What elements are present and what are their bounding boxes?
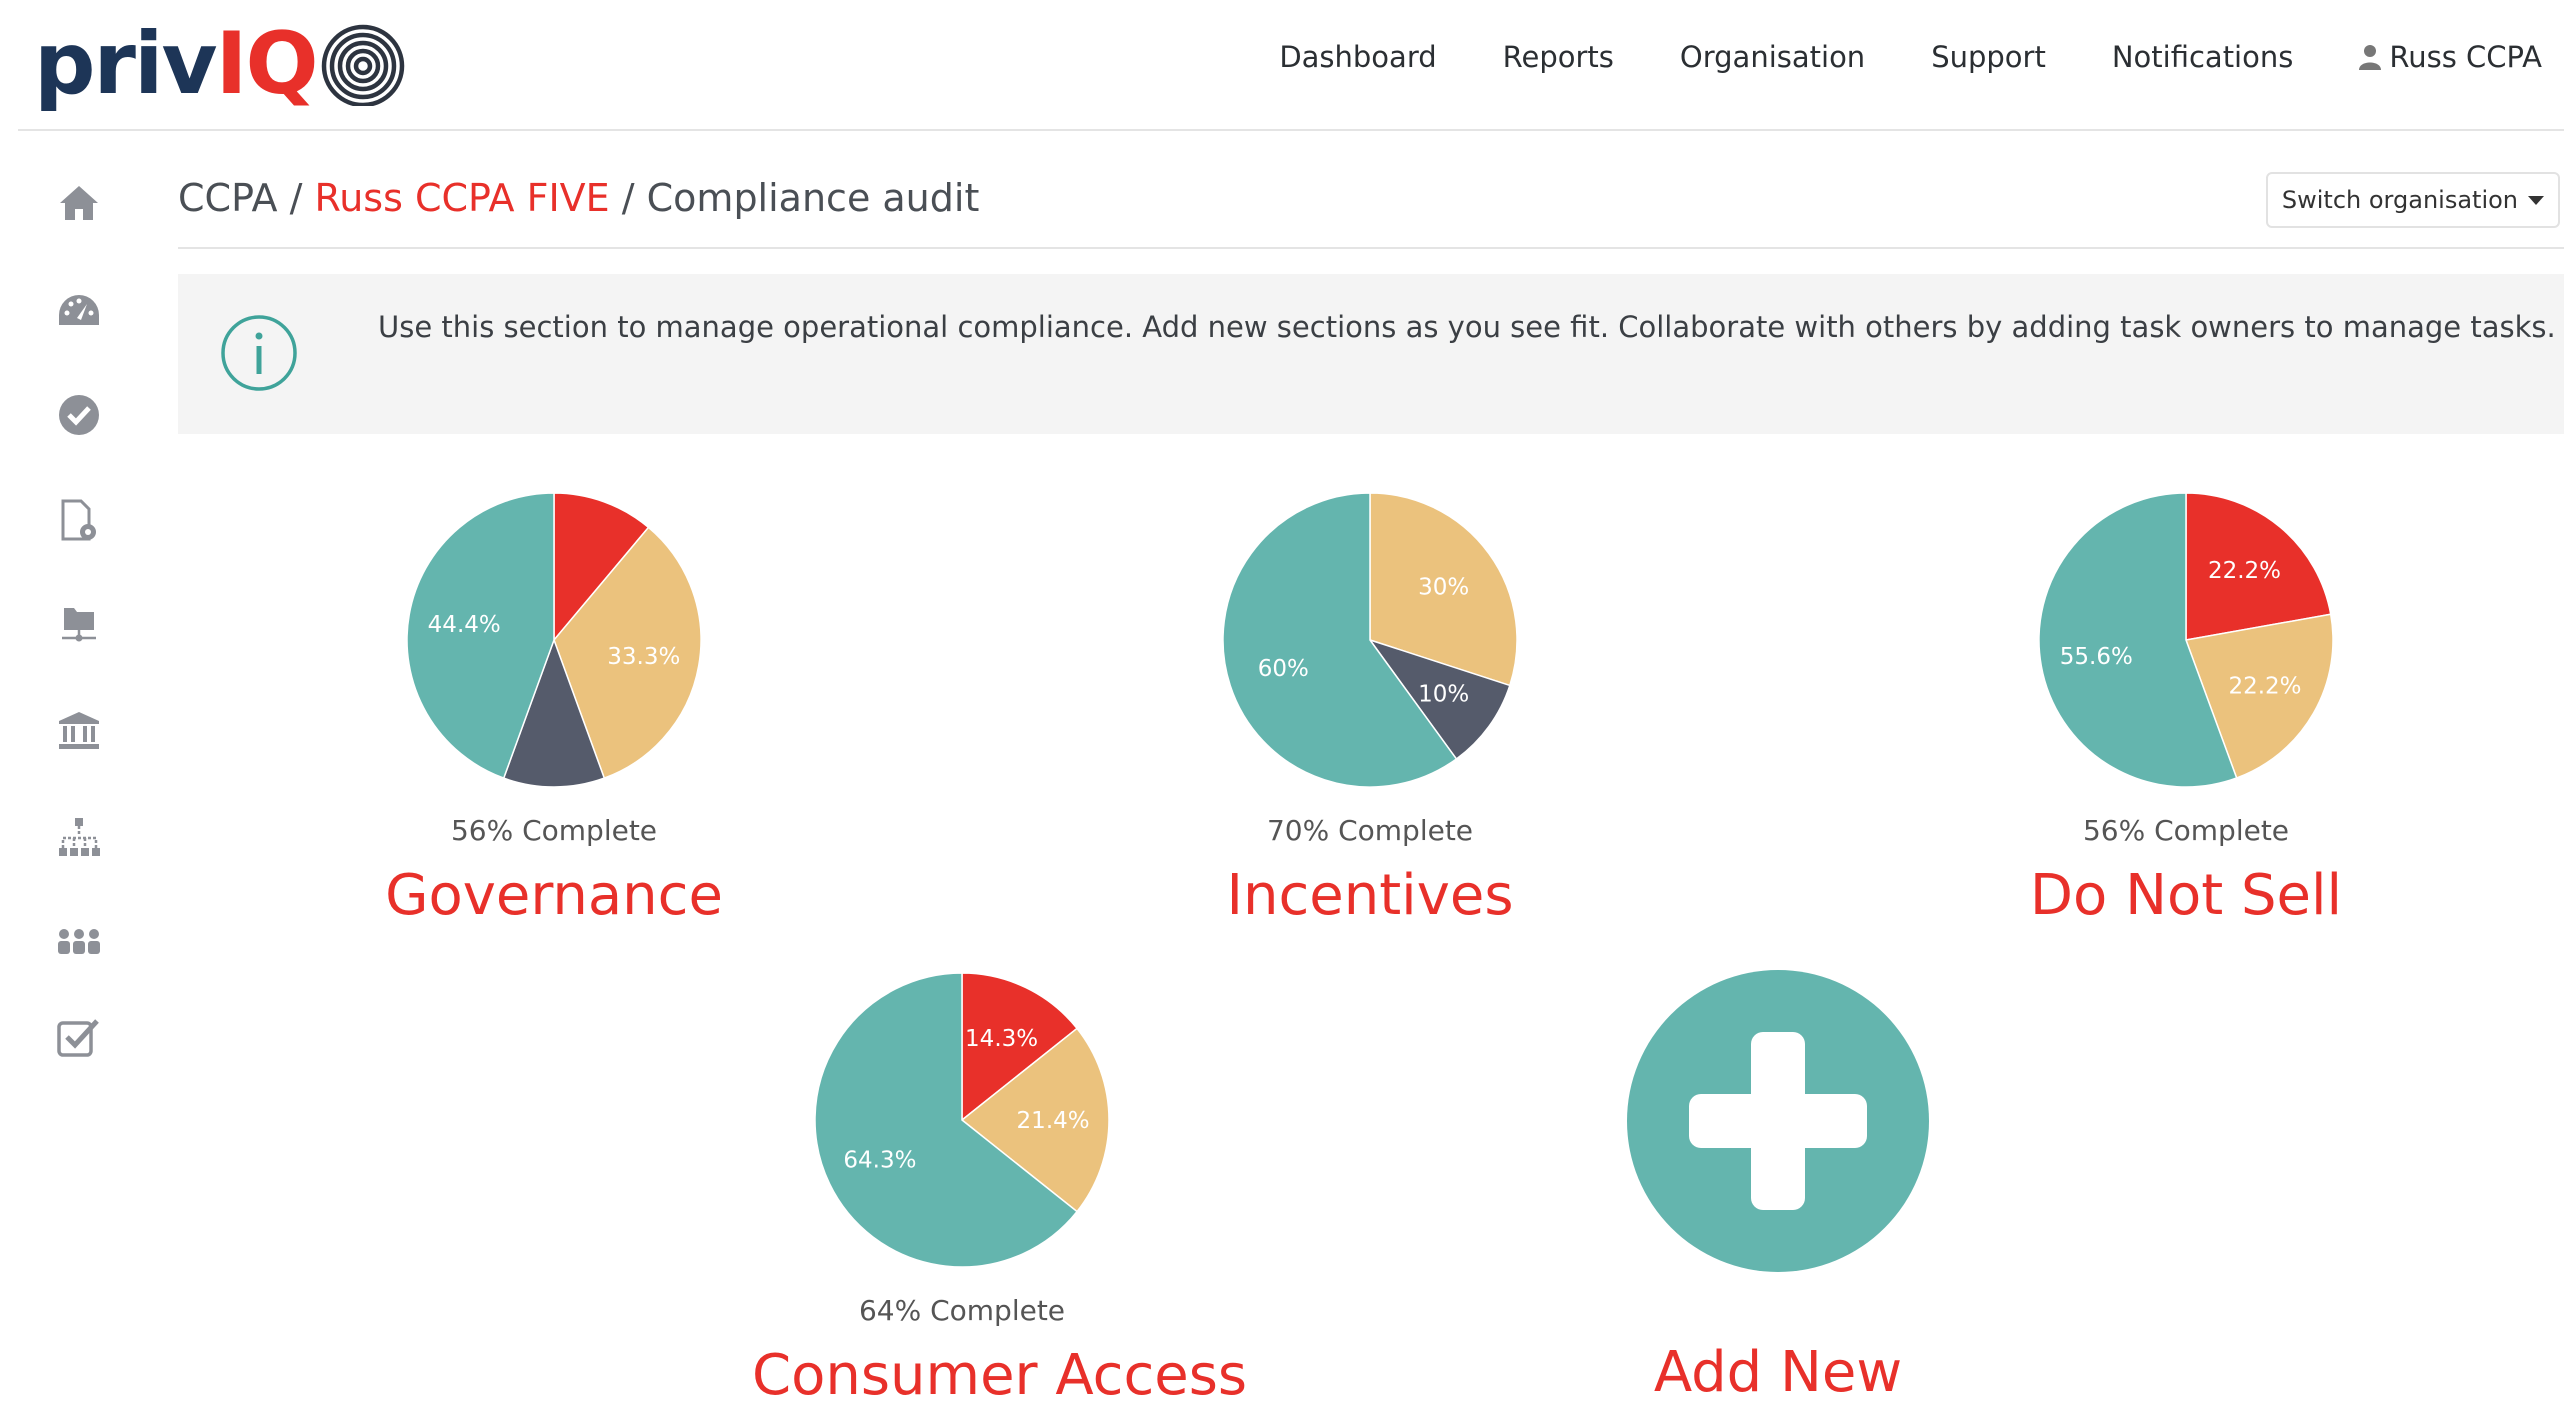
- header-divider: [18, 129, 2564, 131]
- section-title-link[interactable]: Incentives: [1160, 863, 1580, 928]
- pie-slice-label: 22.2%: [2228, 673, 2301, 699]
- caret-down-icon: [2528, 195, 2544, 205]
- switch-organisation-label: Switch organisation: [2281, 186, 2518, 214]
- incentives-pie-chart[interactable]: 30% 10% 60%: [1220, 490, 1520, 790]
- add-new-button[interactable]: [1627, 970, 1929, 1272]
- completion-caption: 70% Complete: [1266, 814, 1474, 847]
- checkbox-icon[interactable]: [54, 1012, 104, 1062]
- brand-logo[interactable]: privIQ: [34, 14, 405, 114]
- consumer-access-pie-chart[interactable]: 14.3% 21.4% 64.3%: [812, 970, 1112, 1270]
- pie-slice-label: 22.2%: [2208, 558, 2281, 584]
- breadcrumb-organisation[interactable]: Russ CCPA FIVE: [315, 176, 610, 220]
- nav-reports[interactable]: Reports: [1503, 40, 1614, 74]
- user-name: Russ CCPA: [2389, 40, 2542, 74]
- section-card-incentives: 30% 10% 60% 70% Complete Incentives: [1160, 490, 1580, 928]
- pie-slice-label: 30%: [1418, 574, 1469, 600]
- top-navigation: Dashboard Reports Organisation Support N…: [1213, 40, 2542, 74]
- nav-notifications[interactable]: Notifications: [2112, 40, 2294, 74]
- section-card-do-not-sell: 22.2% 22.2% 55.6% 56% Complete Do Not Sell: [1976, 490, 2396, 928]
- pie-slice-label: 10%: [1418, 682, 1469, 708]
- governance-pie-chart[interactable]: 33.3% 44.4%: [404, 490, 704, 790]
- breadcrumb: CCPA / Russ CCPA FIVE / Compliance audit: [178, 176, 979, 220]
- pie-slice-label: 21.4%: [1017, 1108, 1090, 1134]
- bank-icon[interactable]: [54, 706, 104, 756]
- section-title-link[interactable]: Do Not Sell: [1976, 863, 2396, 928]
- pie-slice-label: 14.3%: [965, 1026, 1038, 1052]
- section-title-link[interactable]: Consumer Access: [752, 1343, 1247, 1408]
- section-card-consumer-access: 14.3% 21.4% 64.3% 64% Complete Consumer Ac…: [752, 970, 1247, 1408]
- info-text: Use this section to manage operational c…: [378, 310, 2556, 344]
- completion-caption: 56% Complete: [2082, 814, 2290, 847]
- dashboard-gauge-icon[interactable]: [54, 285, 104, 335]
- switch-organisation-dropdown[interactable]: Switch organisation: [2265, 172, 2560, 228]
- home-icon[interactable]: [54, 178, 104, 228]
- completion-caption: 64% Complete: [858, 1294, 1066, 1327]
- user-menu[interactable]: Russ CCPA: [2359, 40, 2542, 74]
- info-panel: Use this section to manage operational c…: [178, 274, 2564, 434]
- folder-network-icon[interactable]: [54, 600, 104, 650]
- breadcrumb-separator: /: [277, 176, 315, 220]
- section-title-link[interactable]: Governance: [344, 863, 764, 928]
- document-settings-icon[interactable]: [54, 496, 104, 546]
- nav-support[interactable]: Support: [1931, 40, 2046, 74]
- sitemap-icon[interactable]: [54, 812, 104, 862]
- breadcrumb-root[interactable]: CCPA: [178, 176, 278, 220]
- info-icon: [221, 315, 297, 391]
- nav-organisation[interactable]: Organisation: [1680, 40, 1865, 74]
- logo-wordmark: privIQ: [34, 14, 319, 114]
- section-card-governance: 33.3% 44.4% 56% Complete Governance: [344, 490, 764, 928]
- pie-slice-label: 33.3%: [607, 644, 680, 670]
- pie-slice-label: 44.4%: [428, 612, 501, 638]
- breadcrumb-current: Compliance audit: [646, 176, 980, 220]
- pie-slice-label: 64.3%: [843, 1148, 916, 1174]
- pie-slice-label: 60%: [1258, 656, 1309, 682]
- add-new-card: Add New: [1568, 970, 1988, 1405]
- check-circle-icon[interactable]: [54, 390, 104, 440]
- user-icon: [2359, 45, 2382, 70]
- breadcrumb-divider: [178, 247, 2564, 249]
- do-not-sell-pie-chart[interactable]: 22.2% 22.2% 55.6%: [2036, 490, 2336, 790]
- team-icon[interactable]: [54, 916, 104, 966]
- pie-slice-label: 55.6%: [2060, 644, 2133, 670]
- completion-caption: 56% Complete: [450, 814, 658, 847]
- add-new-label[interactable]: Add New: [1568, 1340, 1988, 1405]
- breadcrumb-separator: /: [609, 176, 647, 220]
- fingerprint-icon: [321, 24, 404, 106]
- nav-dashboard[interactable]: Dashboard: [1279, 40, 1436, 74]
